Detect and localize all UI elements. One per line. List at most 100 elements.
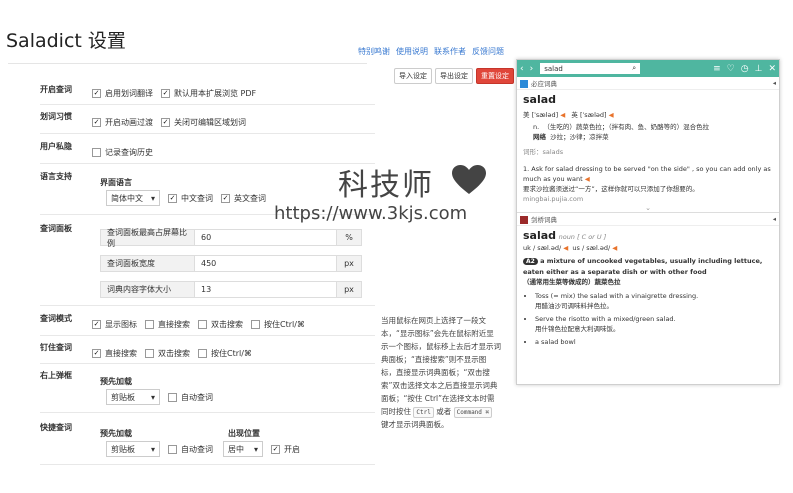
example-zh: 用什锦色拉配意大利调味饭。 — [535, 325, 620, 333]
checkbox-english[interactable]: ✓ 英文查词 — [221, 193, 266, 204]
checkbox-label: 默认用本扩展浏览 PDF — [174, 89, 257, 98]
menu-icon[interactable]: ≡ — [713, 64, 721, 74]
checkbox-box[interactable]: ✓ — [168, 193, 177, 203]
section-label-panel: 查词面板 — [40, 224, 72, 233]
checkbox-double-click[interactable]: 双击搜索 — [198, 319, 243, 330]
checkbox-box[interactable]: ✓ — [92, 349, 101, 358]
checkbox-quick-auto[interactable]: 自动查词 — [168, 444, 213, 455]
checkbox-box[interactable] — [251, 320, 260, 329]
example-en: a salad bowl — [535, 338, 576, 346]
field-unit: % — [336, 230, 361, 245]
collapse-icon[interactable]: ◂ — [773, 215, 776, 223]
habits-options: ✓ 开启动画过渡 ✓ 关闭可编辑区域划词 — [92, 117, 254, 128]
ui-language-label: 界面语言 — [100, 178, 132, 187]
checkbox-ctrl[interactable]: 按住Ctrl/⌘ — [251, 319, 305, 330]
link-feedback[interactable]: 反馈问题 — [472, 47, 504, 56]
bing-logo-icon — [520, 80, 528, 88]
field-unit: px — [336, 282, 361, 297]
checkbox-box[interactable] — [145, 320, 154, 329]
phonetic-uk: uk / sæl.əd/ — [523, 244, 562, 252]
example-zh: 用醋油沙司调味料拌色拉。 — [535, 302, 613, 310]
quick-position-select[interactable]: 居中 ▾ — [223, 441, 263, 457]
panel-width-input[interactable]: 450 — [195, 256, 336, 271]
checkbox-enable-selection[interactable]: ✓ 启用划词翻译 — [92, 88, 153, 99]
checkbox-show-icon[interactable]: ✓ 显示图标 — [92, 319, 137, 330]
speaker-icon[interactable]: ◀ — [609, 111, 614, 119]
cambridge-definition: A2 a mixture of uncooked vegetables, usu… — [523, 256, 773, 287]
font-size-input[interactable]: 13 — [195, 282, 336, 297]
dict-search-input[interactable]: salad ⌕ — [540, 63, 641, 74]
checkbox-box[interactable]: ✓ — [271, 444, 280, 454]
checkbox-corner-auto[interactable]: 自动查词 — [168, 392, 213, 403]
checkbox-box[interactable] — [92, 148, 101, 157]
checkbox-pin-ctrl[interactable]: 按住Ctrl/⌘ — [198, 348, 252, 359]
speaker-icon[interactable]: ◀ — [612, 244, 617, 252]
checkbox-direct[interactable]: 直接搜索 — [145, 319, 190, 330]
quick-preload-select[interactable]: 剪贴板 ▾ — [106, 441, 160, 457]
font-size-field: 词典内容字体大小 13 px — [100, 281, 362, 298]
link-contact[interactable]: 联系作者 — [434, 47, 466, 56]
export-button[interactable]: 导出设定 — [435, 68, 473, 84]
checkbox-box[interactable] — [198, 349, 207, 358]
checkbox-box[interactable] — [198, 320, 207, 329]
help-text: 当用鼠标在网页上选择了一段文本，“显示图标”会先在鼠标附近显示一个图标，鼠标移上… — [381, 314, 501, 431]
checkbox-box[interactable]: ✓ — [92, 89, 101, 98]
checkbox-chinese[interactable]: ✓ 中文查词 — [168, 193, 213, 204]
checkbox-box[interactable]: ✓ — [161, 118, 170, 127]
link-thanks[interactable]: 特别鸣谢 — [358, 47, 390, 56]
section-label-habits: 划词习惯 — [40, 112, 72, 121]
speaker-icon[interactable]: ◀ — [585, 175, 590, 183]
checkbox-history[interactable]: 记录查询历史 — [92, 147, 153, 158]
checkbox-animation[interactable]: ✓ 开启动画过渡 — [92, 117, 153, 128]
speaker-icon[interactable]: ◀ — [560, 111, 565, 119]
ui-language-select[interactable]: 简体中文 ▾ — [106, 190, 160, 206]
panel-max-height-input[interactable]: 60 — [195, 230, 336, 245]
chevron-down-icon: ▾ — [253, 444, 258, 454]
pin-icon[interactable]: ⊥ — [755, 64, 763, 74]
field-label: 查词面板宽度 — [101, 256, 195, 271]
level-badge: A2 — [523, 258, 538, 265]
checkbox-box[interactable] — [168, 444, 177, 454]
checkbox-no-editable[interactable]: ✓ 关闭可编辑区域划词 — [161, 117, 246, 128]
checkbox-pdf[interactable]: ✓ 默认用本扩展浏览 PDF — [161, 88, 256, 99]
collapse-icon[interactable]: ◂ — [773, 79, 776, 87]
checkbox-box[interactable] — [145, 349, 154, 358]
cambridge-def-zh: （通常用生菜等做成的）蔬菜色拉 — [523, 278, 621, 286]
help-text-or: 或者 — [436, 407, 452, 416]
checkbox-box[interactable]: ✓ — [92, 320, 101, 329]
link-manual[interactable]: 使用说明 — [396, 47, 428, 56]
checkbox-pin-double[interactable]: 双击搜索 — [145, 348, 190, 359]
divider — [40, 363, 375, 364]
checkbox-pin-direct[interactable]: ✓ 直接搜索 — [92, 348, 137, 359]
back-icon[interactable]: ‹ — [520, 64, 524, 74]
search-icon[interactable]: ⌕ — [632, 64, 636, 73]
quick-position-label: 出现位置 — [228, 429, 260, 438]
divider — [40, 335, 375, 336]
example-en: Toss (= mix) the salad with a vinaigrett… — [535, 292, 699, 300]
checkbox-box[interactable]: ✓ — [221, 193, 230, 203]
close-icon[interactable]: ✕ — [768, 64, 776, 74]
checkbox-label: 自动查词 — [181, 444, 213, 454]
example-en: 1. Ask for salad dressing to be served "… — [523, 165, 771, 183]
corner-preload-select[interactable]: 剪贴板 ▾ — [106, 389, 160, 405]
example-source: mingbai.pujia.com — [523, 195, 584, 203]
page-title: Saladict 设置 — [6, 30, 126, 52]
bing-web-def: 沙拉；沙律；凉拌菜 — [550, 133, 609, 141]
history-icon[interactable]: ◷ — [741, 64, 749, 74]
checkbox-quick-open[interactable]: ✓ 开启 — [271, 444, 300, 455]
heart-outline-icon[interactable]: ♡ — [727, 64, 735, 74]
field-unit: px — [336, 256, 361, 271]
reset-button[interactable]: 重置设定 — [476, 68, 514, 84]
bing-forms: 词形：salads — [523, 148, 564, 156]
checkbox-box[interactable]: ✓ — [92, 118, 101, 127]
corner-row: 剪贴板 ▾ 自动查词 — [106, 389, 221, 405]
forward-icon[interactable]: › — [530, 64, 534, 74]
settings-panel: 开启查词 ✓ 启用划词翻译 ✓ 默认用本扩展浏览 PDF 划词习惯 ✓ 开启动画过渡 … — [8, 63, 375, 468]
cambridge-def: a mixture of uncooked vegetables, usuall… — [523, 257, 763, 276]
divider — [40, 133, 375, 134]
expand-icon[interactable]: ⌄ — [523, 204, 773, 212]
checkbox-box[interactable] — [168, 392, 177, 402]
speaker-icon[interactable]: ◀ — [563, 244, 568, 252]
checkbox-box[interactable]: ✓ — [161, 89, 170, 98]
import-button[interactable]: 导入设定 — [394, 68, 432, 84]
